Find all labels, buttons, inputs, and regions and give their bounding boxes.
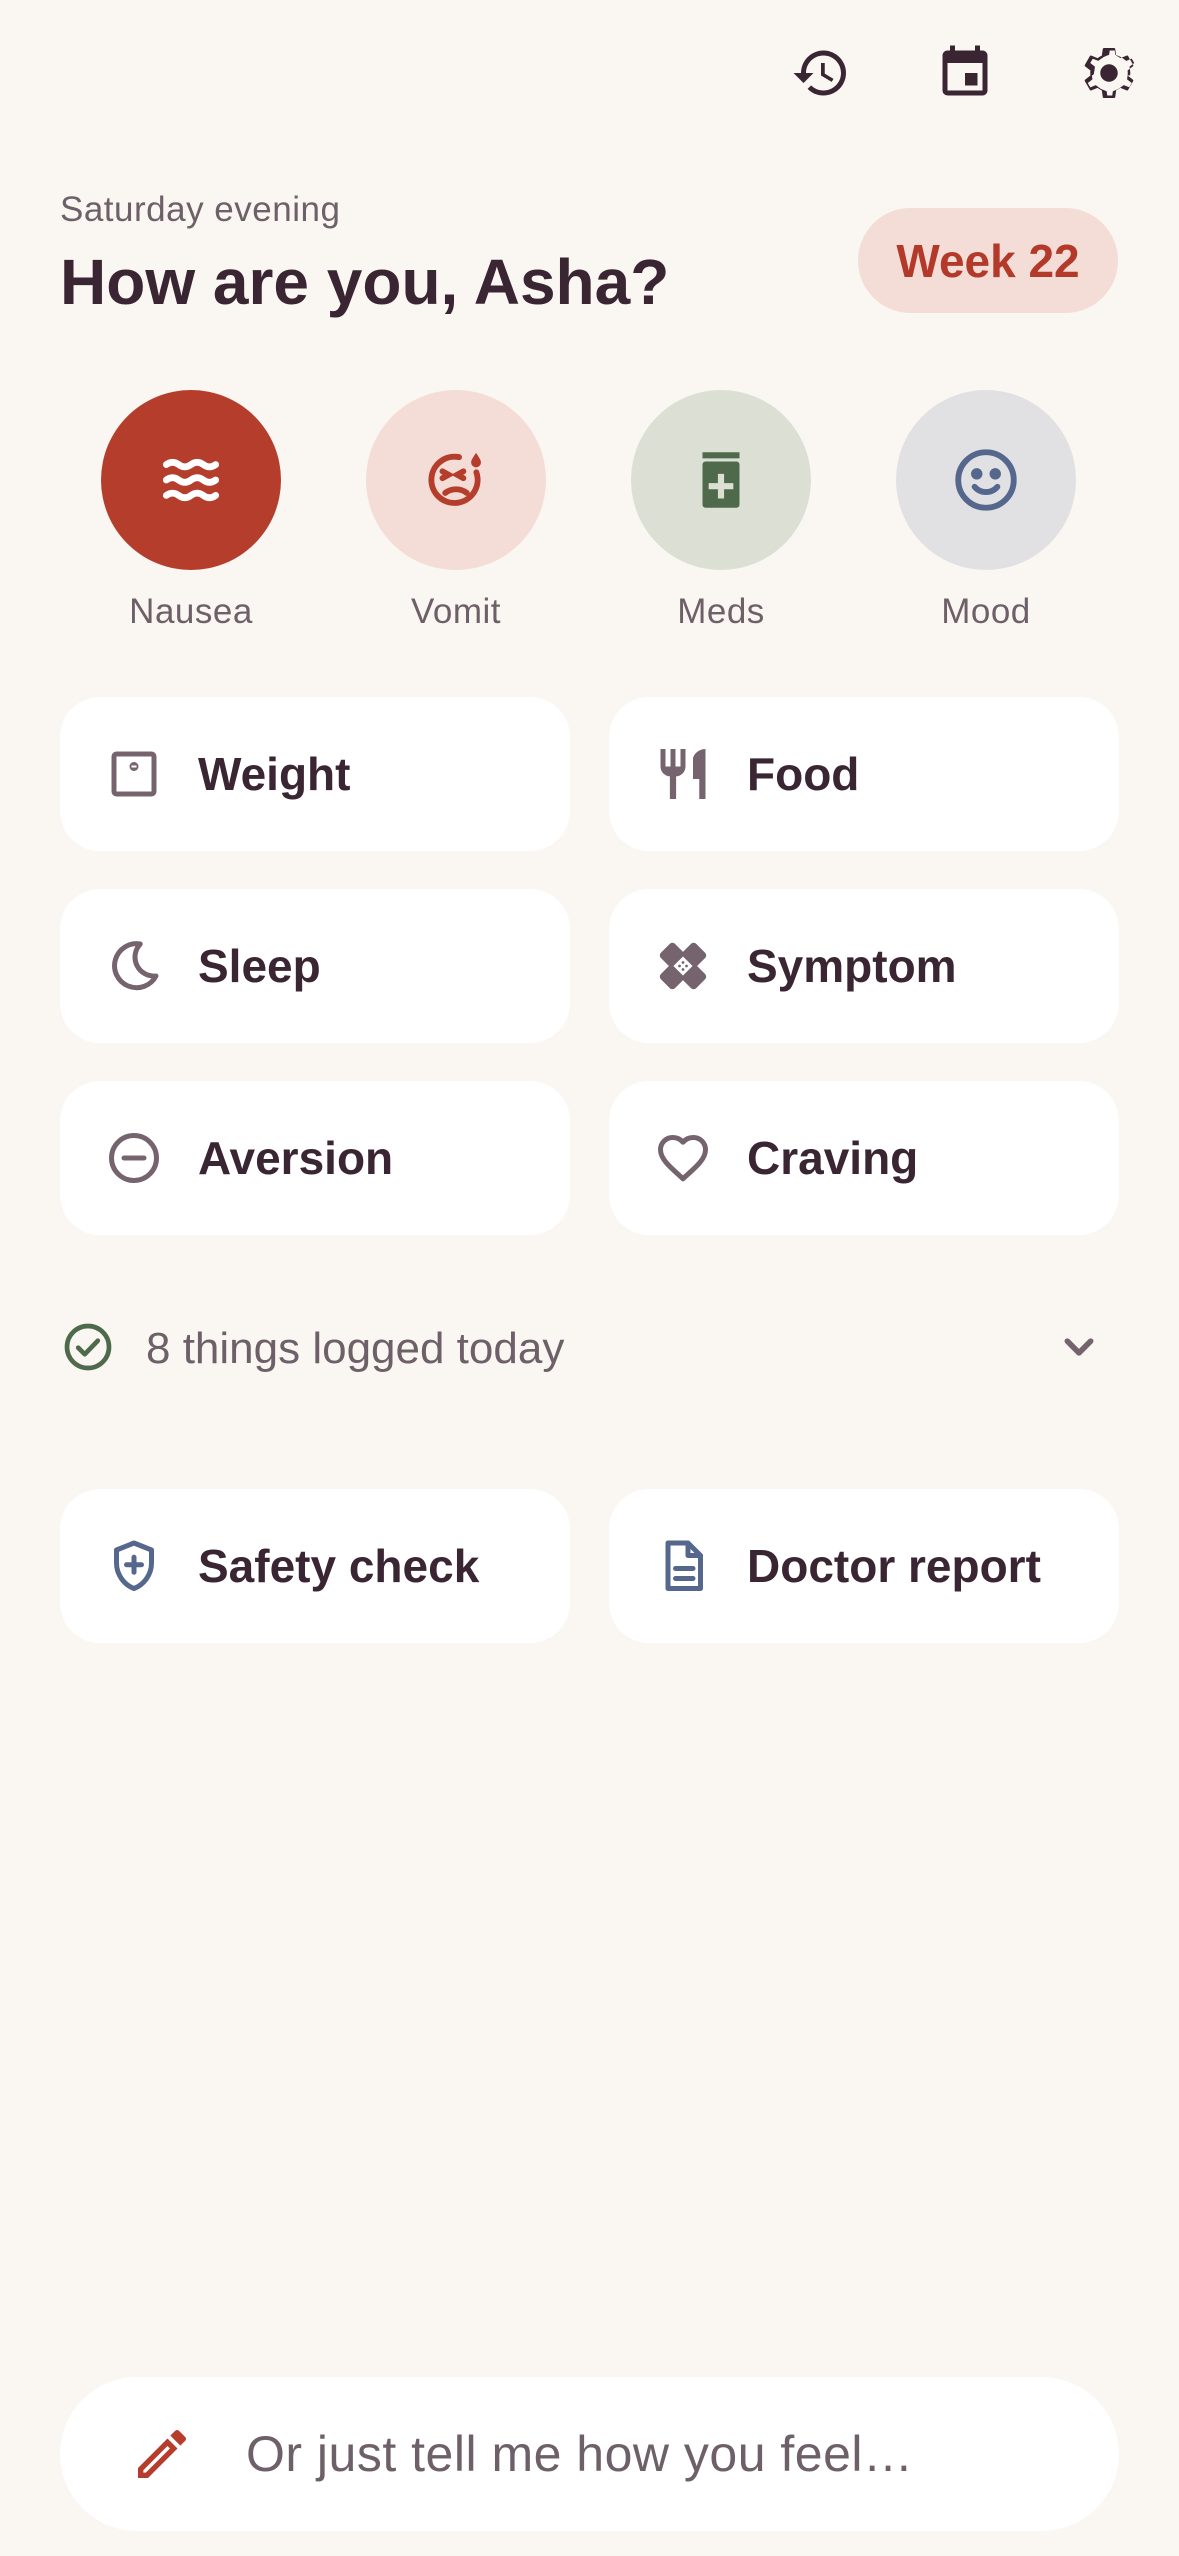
minus-circle-icon — [109, 1133, 159, 1183]
greeting-subtitle: Saturday evening — [60, 190, 341, 229]
chevron-wrap — [1051, 1319, 1107, 1380]
bandage-icon — [659, 942, 707, 990]
waves-icon — [162, 458, 220, 502]
meds-circle — [631, 390, 811, 570]
heart-icon — [658, 1135, 708, 1182]
calendar-button[interactable] — [935, 40, 995, 106]
tile-weight[interactable]: Weight — [60, 697, 570, 851]
fork-knife-icon — [660, 749, 706, 799]
mood-circle — [896, 390, 1076, 570]
quick-action-nausea[interactable]: Nausea — [91, 390, 291, 632]
logged-today-toggle[interactable]: 8 things logged today — [60, 1318, 1119, 1380]
medication-icon — [702, 452, 740, 508]
calendar-icon — [942, 45, 988, 96]
quick-action-vomit[interactable]: Vomit — [356, 390, 556, 632]
logged-today-text: 8 things logged today — [146, 1324, 565, 1373]
tile-safety-check[interactable]: Safety check — [60, 1489, 570, 1643]
tile-sleep[interactable]: Sleep — [60, 889, 570, 1043]
document-icon — [665, 1540, 703, 1591]
tile-label: Food — [747, 748, 860, 800]
vomit-circle — [366, 390, 546, 570]
settings-icon — [1084, 47, 1135, 98]
check-circle-icon-wrap — [60, 1319, 116, 1380]
scale-icon — [111, 751, 157, 797]
input-placeholder: Or just tell me how you feel… — [246, 2426, 914, 2482]
tile-symptom[interactable]: Symptom — [609, 889, 1119, 1043]
nausea-circle — [101, 390, 281, 570]
page-title: How are you, Asha? — [60, 246, 670, 318]
secondary-actions: Safety check Doctor report — [60, 1489, 1119, 1643]
feelings-input[interactable]: Or just tell me how you feel… — [60, 2377, 1119, 2531]
history-button[interactable] — [791, 40, 851, 106]
quick-action-label: Nausea — [129, 592, 253, 631]
shield-plus-icon — [114, 1540, 154, 1591]
quick-action-label: Mood — [941, 592, 1031, 631]
moon-icon — [112, 941, 159, 991]
pencil-icon — [138, 2429, 187, 2478]
smiley-icon — [955, 449, 1017, 511]
quick-action-label: Meds — [677, 592, 765, 631]
tile-label: Weight — [198, 748, 351, 800]
settings-button[interactable] — [1079, 40, 1139, 106]
tile-aversion[interactable]: Aversion — [60, 1081, 570, 1235]
tile-label: Sleep — [198, 940, 321, 992]
tile-label: Doctor report — [747, 1540, 1041, 1592]
week-badge[interactable]: Week 22 — [858, 208, 1118, 313]
sick-face-icon — [428, 452, 481, 506]
tile-label: Aversion — [198, 1132, 394, 1184]
top-bar — [791, 40, 1139, 106]
tile-label: Safety check — [198, 1540, 480, 1592]
history-icon — [793, 50, 846, 96]
tile-label: Symptom — [747, 940, 957, 992]
quick-action-mood[interactable]: Mood — [886, 390, 1086, 632]
quick-action-meds[interactable]: Meds — [621, 390, 821, 632]
tile-food[interactable]: Food — [609, 697, 1119, 851]
tile-label: Craving — [747, 1132, 919, 1184]
check-circle-icon — [64, 1323, 112, 1370]
quick-action-label: Vomit — [410, 592, 502, 631]
chevron-down-icon — [1064, 1337, 1094, 1356]
tile-doctor-report[interactable]: Doctor report — [609, 1489, 1119, 1643]
log-tiles: Weight Food Sleep Symptom Aversion Cravi… — [60, 697, 1119, 1235]
tile-craving[interactable]: Craving — [609, 1081, 1119, 1235]
